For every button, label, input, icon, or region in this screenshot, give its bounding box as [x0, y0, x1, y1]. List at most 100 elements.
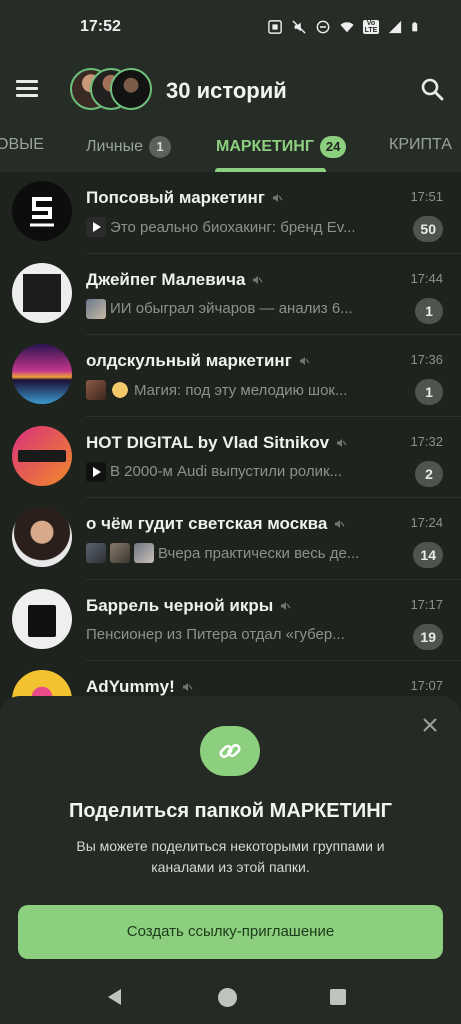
- chat-item[interactable]: Баррель черной икры 17:17 Пенсионер из П…: [0, 580, 461, 661]
- chat-name: Джейпег Малевича: [86, 269, 246, 289]
- sheet-description: Вы можете поделиться некоторыми группами…: [76, 838, 385, 875]
- chat-preview: Вчера практически весь де...: [86, 542, 396, 564]
- chat-time: 17:51: [410, 189, 443, 204]
- mute-icon: [292, 20, 306, 34]
- logo-icon: [18, 449, 66, 462]
- barrel-image: [28, 604, 56, 637]
- chat-name-row: олдскульный маркетинг: [86, 351, 310, 371]
- unread-badge: 1: [415, 297, 443, 324]
- chat-preview-text: Магия: под эту мелодию шок...: [134, 381, 348, 399]
- chat-name: HOT DIGITAL by Vlad Sitnikov: [86, 432, 330, 452]
- app-bar: 30 историй: [0, 56, 461, 124]
- menu-button[interactable]: [16, 76, 46, 104]
- muted-icon: [335, 520, 345, 528]
- tab-marketing[interactable]: МАРКЕТИНГ 24: [216, 136, 347, 158]
- logo-icon: [30, 197, 54, 227]
- chat-preview-text: ИИ обыграл эйчаров — анализ 6...: [110, 300, 353, 317]
- status-icons: Vo LTE: [267, 20, 421, 34]
- chat-name-row: AdYummy!: [86, 677, 193, 697]
- status-time: 17:52: [80, 18, 121, 35]
- chat-preview: Магия: под эту мелодию шок...: [86, 379, 396, 401]
- chat-name-row: Баррель черной икры: [86, 596, 291, 616]
- chat-avatar: [12, 181, 72, 241]
- chat-avatar: [12, 588, 72, 649]
- chat-name: олдскульный маркетинг: [86, 351, 292, 370]
- chat-name-row: HOT DIGITAL by Vlad Sitnikov: [86, 433, 347, 453]
- chat-avatar: [12, 507, 72, 567]
- chat-preview-text: В 2000-м Audi выпустили ролик...: [110, 463, 343, 480]
- chat-preview: Это реально биохакинг: бренд Ev...: [86, 216, 396, 238]
- image-thumbnail: [86, 380, 106, 400]
- video-thumbnail: [86, 217, 106, 237]
- chat-item[interactable]: Попсовый маркетинг 17:51 Это реально био…: [0, 172, 461, 254]
- image-thumbnail: [86, 543, 106, 563]
- tab-crypto[interactable]: КРИПТА: [389, 136, 452, 154]
- chat-preview: В 2000-м Audi выпустили ролик...: [86, 461, 396, 483]
- signal-icon: [388, 20, 402, 34]
- emoji-icon: [110, 380, 130, 400]
- unread-badge: 19: [413, 623, 443, 650]
- app-title: 30 историй: [166, 78, 287, 103]
- chat-name-row: Джейпег Малевича: [86, 270, 263, 290]
- chat-item[interactable]: о чём гудит светская москва 17:24 Вчера …: [0, 498, 461, 580]
- tab-label: ОВЫЕ: [0, 136, 44, 153]
- chat-name: Баррель черной икры: [86, 595, 274, 615]
- story-avatar: [110, 68, 152, 110]
- tab-label: КРИПТА: [389, 136, 452, 153]
- home-icon[interactable]: [218, 988, 237, 1007]
- chat-name-row: Попсовый маркетинг: [86, 188, 283, 208]
- tab-new[interactable]: ОВЫЕ: [0, 136, 44, 154]
- close-icon: [423, 718, 437, 732]
- stories-avatars[interactable]: [70, 68, 154, 112]
- screenshot-icon: [268, 20, 282, 34]
- chat-avatar: [12, 425, 72, 486]
- folder-tabs: ОВЫЕ Личные 1 МАРКЕТИНГ 24 КРИПТА: [0, 124, 461, 172]
- chat-item[interactable]: Джейпег Малевича 17:44 ИИ обыграл эйчаро…: [0, 254, 461, 335]
- chat-time: 17:07: [410, 678, 443, 693]
- battery-icon: [412, 22, 418, 32]
- chat-name: AdYummy!: [86, 677, 175, 696]
- lte-icon: Vo LTE: [363, 20, 379, 34]
- create-invite-link-button[interactable]: Создать ссылку-приглашение: [18, 905, 443, 959]
- recents-icon[interactable]: [330, 989, 346, 1005]
- tab-count-badge: 1: [149, 136, 172, 158]
- chat-preview: Пенсионер из Питера отдал «губер...: [86, 624, 396, 646]
- unread-badge: 1: [415, 379, 443, 405]
- chat-avatar: [12, 262, 72, 323]
- chat-item[interactable]: HOT DIGITAL by Vlad Sitnikov 17:32 В 200…: [0, 417, 461, 498]
- wifi-icon: [340, 22, 354, 33]
- chat-preview-text: Пенсионер из Питера отдал «губер...: [86, 626, 345, 643]
- chat-name-row: о чём гудит светская москва: [86, 514, 345, 534]
- search-button[interactable]: [419, 76, 447, 104]
- system-nav-bar: [0, 970, 461, 1024]
- play-icon: [93, 466, 101, 477]
- chat-preview-text: Вчера практически весь де...: [158, 544, 360, 562]
- unread-badge: 2: [415, 460, 443, 487]
- chat-time: 17:17: [410, 596, 443, 612]
- muted-icon: [337, 438, 347, 447]
- muted-icon: [272, 194, 283, 202]
- tab-label: МАРКЕТИНГ: [216, 138, 314, 155]
- tab-label: Личные: [86, 138, 144, 155]
- unread-badge: 50: [413, 216, 443, 242]
- chat-name: о чём гудит светская москва: [86, 514, 328, 533]
- sheet-title: Поделиться папкой МАРКЕТИНГ: [68, 800, 393, 822]
- back-icon[interactable]: [106, 988, 124, 1006]
- close-button[interactable]: [419, 714, 441, 736]
- chat-preview-text: Это реально биохакинг: бренд Ev...: [110, 218, 356, 236]
- chat-time: 17:36: [410, 352, 443, 367]
- muted-icon: [182, 683, 193, 691]
- chat-item[interactable]: олдскульный маркетинг 17:36 Магия: под э…: [0, 335, 461, 417]
- chat-time: 17:32: [410, 433, 443, 449]
- video-thumbnail: [86, 461, 106, 482]
- chat-list: Попсовый маркетинг 17:51 Это реально био…: [0, 172, 461, 743]
- tab-count-badge: 24: [319, 136, 347, 158]
- muted-icon: [253, 275, 263, 284]
- muted-icon: [281, 601, 291, 610]
- status-bar: 17:52 Vo LTE: [0, 0, 461, 56]
- chat-preview: ИИ обыграл эйчаров — анализ 6...: [86, 298, 396, 320]
- muted-icon: [299, 357, 310, 365]
- tab-personal[interactable]: Личные 1: [86, 136, 172, 158]
- dnd-icon: [316, 20, 330, 34]
- play-icon: [93, 222, 101, 232]
